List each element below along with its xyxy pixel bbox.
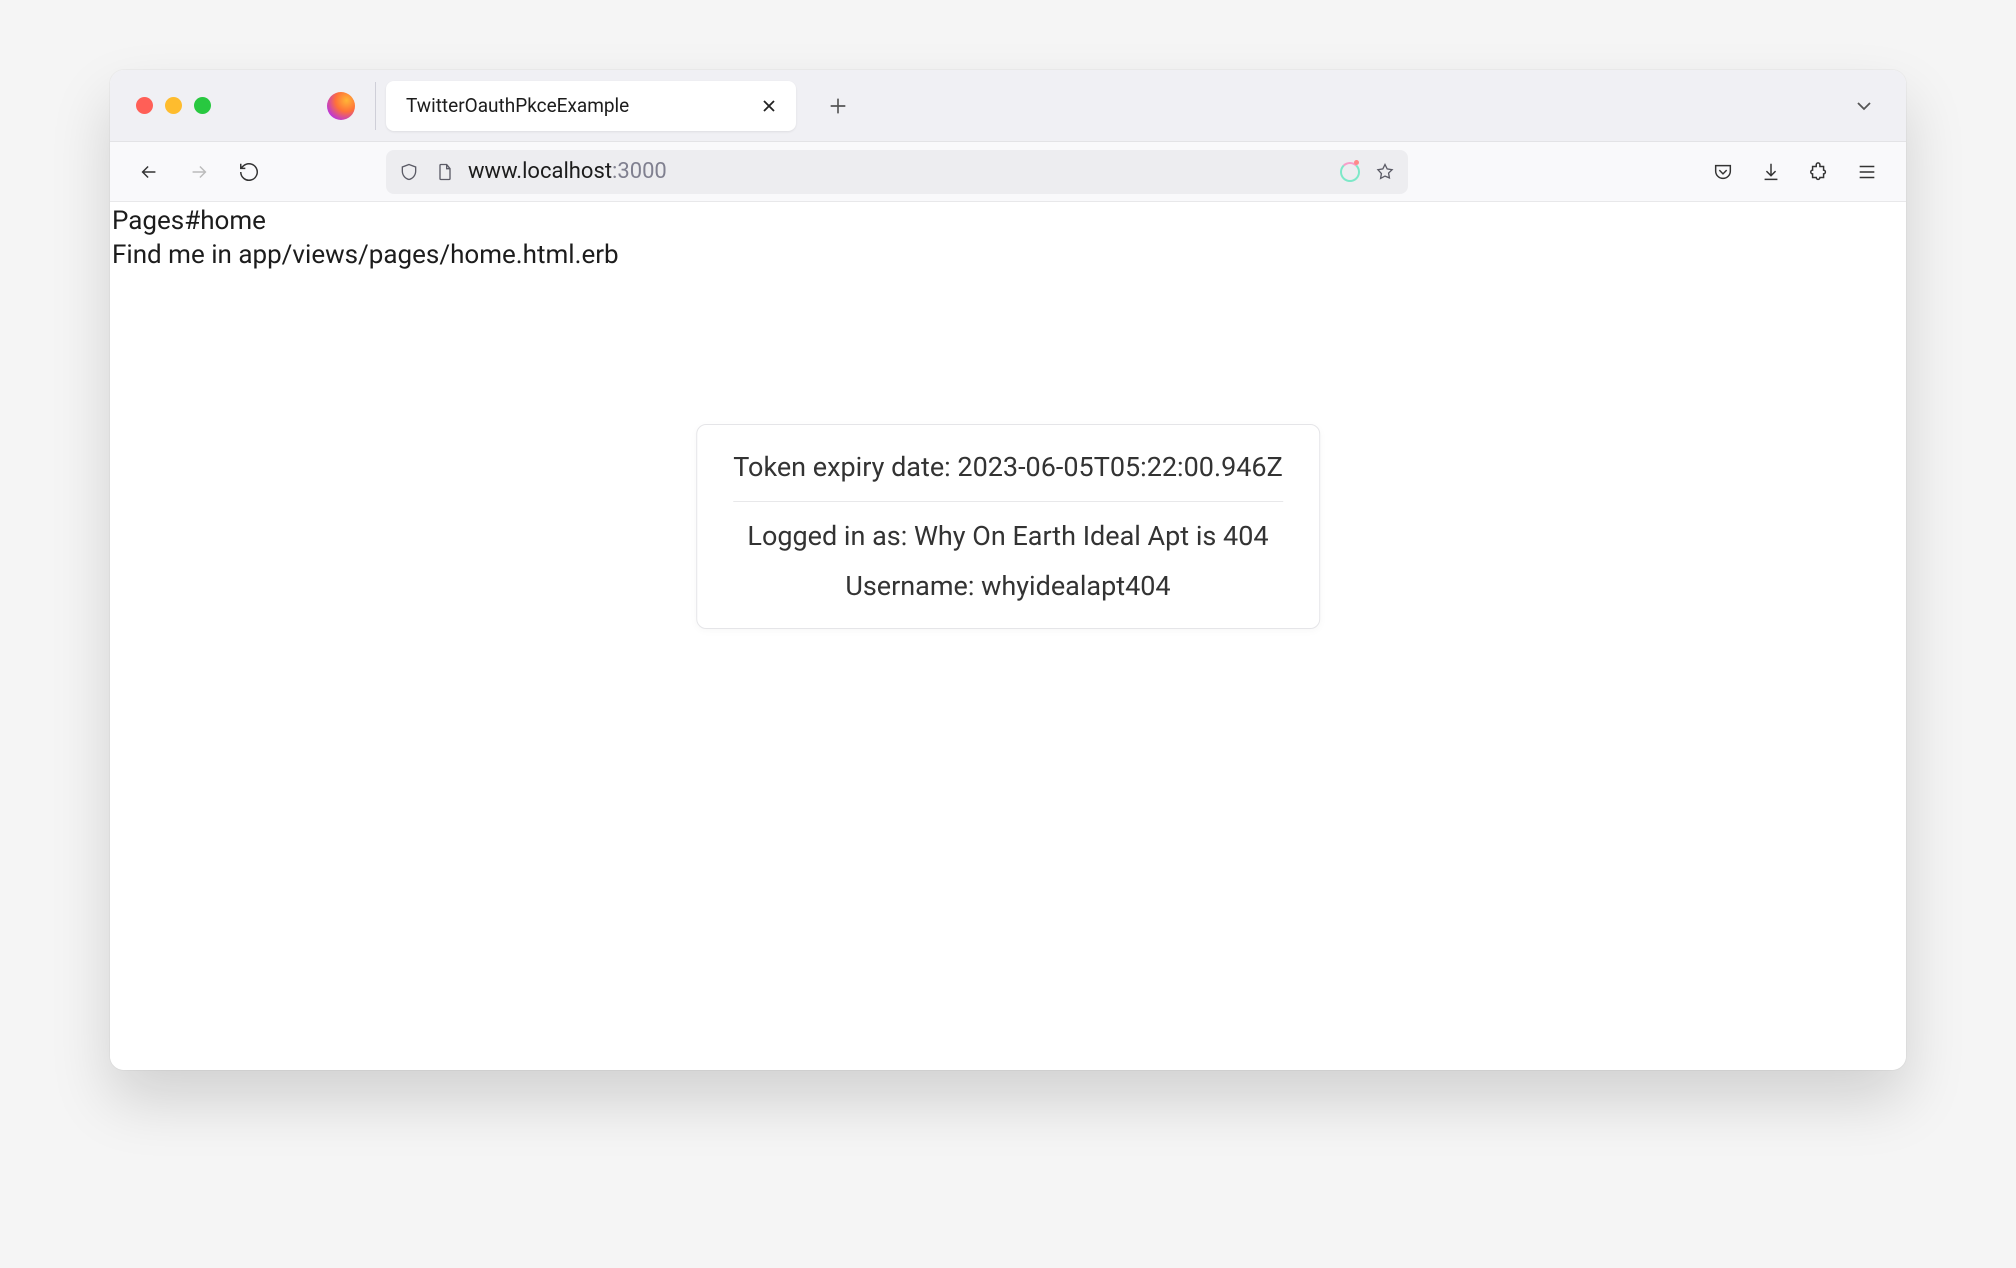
extensions-button[interactable] xyxy=(1796,149,1842,195)
pocket-button[interactable] xyxy=(1700,149,1746,195)
close-tab-button[interactable] xyxy=(756,93,782,119)
username-value: whyidealapt404 xyxy=(981,570,1171,602)
bookmark-star-icon[interactable] xyxy=(1372,159,1398,185)
browser-window: TwitterOauthPkceExample xyxy=(110,70,1906,1070)
tab-bar: TwitterOauthPkceExample xyxy=(110,70,1906,142)
downloads-button[interactable] xyxy=(1748,149,1794,195)
url-text: www.localhost:3000 xyxy=(468,159,1328,184)
url-bar[interactable]: www.localhost:3000 xyxy=(386,150,1408,194)
info-card: Token expiry date: 2023-06-05T05:22:00.9… xyxy=(696,424,1320,629)
browser-tab[interactable]: TwitterOauthPkceExample xyxy=(386,81,796,131)
page-subtext: Find me in app/views/pages/home.html.erb xyxy=(112,240,1906,270)
shield-icon[interactable] xyxy=(396,159,422,185)
new-tab-button[interactable] xyxy=(818,86,858,126)
menu-button[interactable] xyxy=(1844,149,1890,195)
logged-in-label: Logged in as: xyxy=(747,520,907,552)
reload-button[interactable] xyxy=(226,149,272,195)
back-button[interactable] xyxy=(126,149,172,195)
username-row: Username: whyidealapt404 xyxy=(733,570,1283,602)
logged-in-value: Why On Earth Ideal Apt is 404 xyxy=(914,520,1269,552)
page-content: Pages#home Find me in app/views/pages/ho… xyxy=(110,202,1906,1070)
close-window-button[interactable] xyxy=(136,97,153,114)
toolbar: www.localhost:3000 xyxy=(110,142,1906,202)
card-divider xyxy=(733,501,1283,502)
maximize-window-button[interactable] xyxy=(194,97,211,114)
page-heading: Pages#home xyxy=(112,206,1906,236)
page-icon[interactable] xyxy=(432,159,458,185)
activity-icon[interactable] xyxy=(1338,160,1362,184)
tab-divider xyxy=(375,82,376,130)
url-port: :3000 xyxy=(612,159,667,184)
window-controls xyxy=(120,97,239,114)
minimize-window-button[interactable] xyxy=(165,97,182,114)
logged-in-row: Logged in as: Why On Earth Ideal Apt is … xyxy=(733,520,1283,552)
forward-button[interactable] xyxy=(176,149,222,195)
username-label: Username: xyxy=(845,570,974,602)
firefox-icon xyxy=(327,92,355,120)
token-expiry-row: Token expiry date: 2023-06-05T05:22:00.9… xyxy=(733,451,1283,483)
token-expiry-value: 2023-06-05T05:22:00.946Z xyxy=(957,451,1282,483)
token-expiry-label: Token expiry date: xyxy=(733,451,950,483)
all-tabs-dropdown[interactable] xyxy=(1840,82,1888,130)
tab-title: TwitterOauthPkceExample xyxy=(406,94,756,117)
url-host: www.localhost xyxy=(468,159,612,184)
